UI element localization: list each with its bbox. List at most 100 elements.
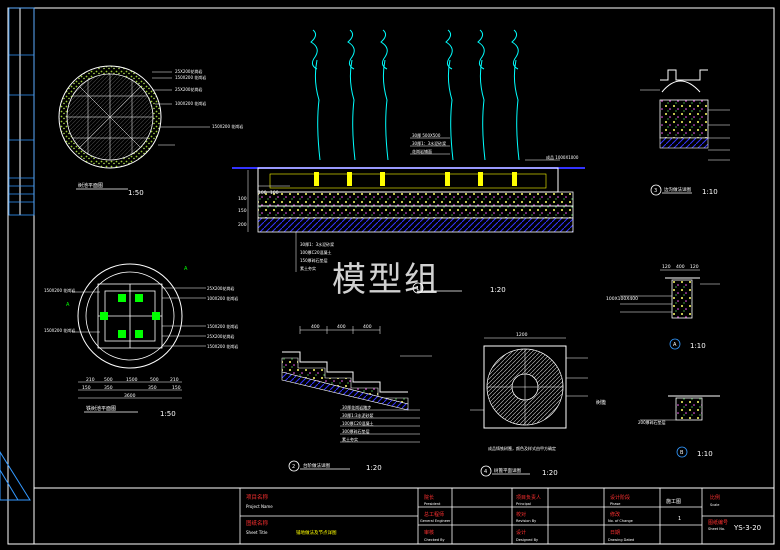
grate-label: 树篦 — [596, 399, 606, 406]
layer-note: 成品 1000X1000 — [546, 154, 579, 160]
general-engineer-label: 总工程师 — [424, 511, 444, 518]
dim-text: 500 — [104, 377, 113, 383]
view-detail-b: 200厚碎石垫层 B 1:10 — [638, 395, 720, 458]
scale-label: 比例 — [710, 494, 720, 501]
layer-note: 100厚C20混凝土 — [300, 249, 332, 255]
ring-note: 150X200 花岗岩 — [44, 287, 75, 293]
view-number: 4 — [484, 469, 487, 475]
view-tree-grate-plan: 1200 树篦 成品铸铁树篦，颜色及样式由甲方确定 4 树篦平面详图 1:20 — [470, 332, 606, 477]
view-curb-detail: 3 边沟做法详图 1:10 — [640, 69, 730, 196]
dim-text: 120 — [690, 264, 699, 270]
ring-note: 100X200 花岗岩 — [207, 295, 238, 301]
ring-note: 25X200花岗岩 — [207, 285, 234, 291]
view-scale: 1:10 — [697, 450, 713, 458]
view-title: 台阶做法详图 — [303, 462, 330, 469]
view-scale: 1:50 — [160, 410, 176, 418]
sheet-no-value: YS-3-20 — [733, 524, 761, 532]
north-triangle-icon — [0, 451, 31, 501]
project-name-label: 项目名称 — [246, 493, 269, 501]
ring-note: 150X200 花岗岩 — [212, 123, 243, 129]
ring-note: 25X200花岗岩 — [175, 68, 202, 74]
layer-note: 100厚C20混凝土 — [342, 420, 374, 426]
sheet-no-label: 图纸编号 — [708, 519, 728, 526]
view-title: 树池平面图 — [78, 182, 103, 189]
view-number: 2 — [292, 464, 295, 470]
dim-text: 210 — [170, 377, 179, 383]
project-name-en: Project Name — [246, 504, 273, 509]
president-label: 院长 — [424, 494, 434, 501]
sheet-title-label: 图纸名称 — [246, 519, 269, 527]
dim-text: 400 — [337, 324, 346, 330]
dim-text: 150 — [238, 208, 247, 214]
section-marker: A — [184, 266, 188, 272]
designed-en: Designed By — [516, 538, 538, 542]
revision-label: 校对 — [516, 511, 526, 518]
change-value: 1 — [678, 516, 681, 522]
ring-note: 100X200 花岗岩 — [175, 100, 206, 106]
dim-text: 3600 — [124, 393, 136, 399]
view-title: 铁树池平面图 — [86, 405, 116, 412]
principal-en: Principal — [516, 502, 531, 506]
dim-text: 120 — [662, 264, 671, 270]
layer-note: 300厚碎石垫层 — [342, 428, 370, 434]
cad-drawing-sheet: 25X200花岗岩 150X200 花岗岩 25X200花岗岩 100X200 … — [0, 7, 775, 545]
view-number: A — [673, 342, 677, 348]
detail-note: 200厚碎石垫层 — [638, 419, 666, 425]
dim-text: 150 — [82, 385, 91, 391]
view-title: 树篦平面详图 — [494, 467, 521, 474]
view-number: 3 — [654, 188, 657, 194]
dim-text: 1200 — [516, 332, 528, 338]
layer-note: 150厚碎石垫层 — [300, 257, 328, 263]
view-scale: 1:50 — [128, 189, 144, 197]
phase-label: 设计阶段 — [610, 494, 630, 501]
revision-en: Revision By — [516, 519, 536, 523]
ring-note: 150X200 花岗岩 — [207, 343, 238, 349]
date-label: 日期 — [610, 530, 620, 536]
view-number: B — [680, 450, 684, 456]
binding-strip — [8, 7, 35, 216]
dim-text: 350 — [148, 385, 157, 391]
detail-spec: 100X100X400 — [606, 296, 638, 302]
dim-text: 100 — [258, 190, 267, 196]
layer-note: 素土夯实 — [342, 436, 358, 442]
date-en: Drawing Dated — [608, 538, 634, 542]
scale-en: Scale — [710, 503, 719, 507]
sheet-title-value: 铺地做法及节点详图 — [296, 529, 337, 536]
view-tree-pool-plan: 25X200花岗岩 150X200 花岗岩 25X200花岗岩 100X200 … — [58, 65, 243, 197]
designed-label: 设计 — [516, 529, 526, 536]
dim-text: 1500 — [126, 377, 138, 383]
view-number: 1 — [416, 286, 419, 292]
ring-note: 150X200 花岗岩 — [207, 323, 238, 329]
layer-note: 30厚1：3水泥砂浆 — [412, 140, 446, 146]
layer-note: 30厚 500X500 — [412, 133, 441, 138]
phase-en: Phase — [610, 502, 620, 506]
change-label: 修改 — [610, 511, 620, 518]
president-en: President — [424, 502, 441, 506]
dim-text: 210 — [86, 377, 95, 383]
view-scale: 1:20 — [366, 464, 382, 472]
layer-note: 30厚1：3水泥砂浆 — [300, 241, 334, 247]
grate-caption: 成品铸铁树篦，颜色及样式由甲方确定 — [488, 445, 556, 451]
view-scale: 1:20 — [490, 286, 506, 294]
ring-note: 150X200 花岗岩 — [44, 327, 75, 333]
view-title: 边沟做法详图 — [664, 186, 691, 193]
view-detail-a: 120 400 120 100X100X400 A 1:10 — [606, 264, 720, 350]
dim-text: 400 — [363, 324, 372, 330]
sheet-title-en: Sheet Title — [246, 530, 268, 535]
view-fountain-section: 100 100 100 150 200 30厚 500X500 30厚1：3水泥… — [232, 29, 585, 294]
dim-text: 350 — [104, 385, 113, 391]
view-steps-section: 400 400 400 30厚花岗岩踏步 30厚1:3水泥砂浆 100厚C20混… — [281, 324, 432, 472]
checked-en: Checked By — [424, 538, 445, 542]
dim-text: 200 — [238, 222, 247, 228]
view-iron-tree-pool-plan: 150X200 花岗岩 150X200 花岗岩 25X200花岗岩 100X20… — [44, 263, 238, 418]
dim-text: 100 — [270, 190, 279, 196]
ring-note: 25X200花岗岩 — [207, 333, 234, 339]
checked-label: 审核 — [424, 529, 434, 536]
view-scale: 1:10 — [702, 188, 718, 196]
layer-note: 素土夯实 — [300, 265, 316, 271]
layer-note: 花岗岩铺面 — [412, 148, 432, 154]
general-engineer-en: General Engineer — [420, 519, 451, 523]
principal-label: 项目负责人 — [516, 494, 541, 501]
ring-note: 25X200花岗岩 — [175, 86, 202, 92]
layer-note: 30厚1:3水泥砂浆 — [342, 412, 374, 418]
